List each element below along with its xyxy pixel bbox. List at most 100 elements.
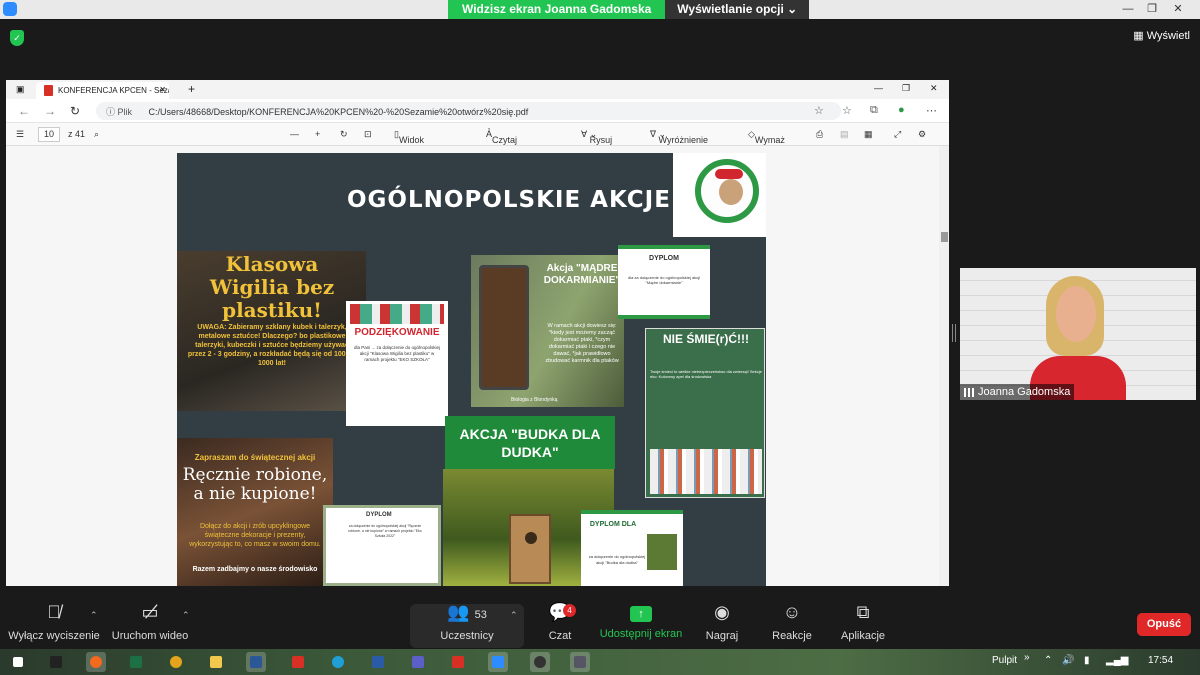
apps-icon: ⧉	[856, 602, 870, 622]
zoom-taskbar-icon[interactable]	[488, 652, 508, 672]
unmute-button[interactable]: 🎙̸ Wyłącz wyciszenie	[8, 600, 100, 642]
video-options-caret[interactable]: ⌃	[182, 610, 190, 621]
settings-icon[interactable]: ⚙	[918, 129, 926, 140]
pdf-app-icon[interactable]	[288, 652, 308, 672]
browser-restore[interactable]: ❐	[902, 83, 910, 94]
app-icon[interactable]	[368, 652, 388, 672]
draw-button[interactable]: ∀ Rysuj ⌄	[581, 129, 612, 145]
chrome-icon[interactable]	[166, 652, 186, 672]
leave-button[interactable]: Opuść	[1137, 613, 1191, 636]
reactions-button[interactable]: ☺ Reakcje	[770, 600, 814, 642]
firefox-icon[interactable]	[86, 652, 106, 672]
browser-tab[interactable]: KONFERENCJA KPCEN - Sezamie ✕	[36, 82, 169, 99]
logo	[673, 153, 766, 237]
view-options-button[interactable]: Wyświetlanie opcji ⌄	[665, 0, 810, 19]
apps-button[interactable]: ⧉ Aplikacje	[838, 600, 888, 642]
page-number-input[interactable]: 10	[38, 127, 60, 142]
participants-label: Uczestnicy	[440, 630, 494, 642]
rotate-icon[interactable]: ↻	[340, 129, 348, 140]
edge-icon[interactable]	[328, 652, 348, 672]
podziekowanie-title: PODZIĘKOWANIE	[354, 327, 440, 338]
participant-name: Joanna Gadomska	[960, 384, 1075, 400]
karmienie-title: Akcja "MĄDRE DOKARMIANIE"	[543, 263, 621, 286]
window-icon[interactable]	[570, 652, 590, 672]
contents-icon[interactable]: ☰	[16, 129, 24, 140]
search-icon[interactable]: ⌕	[94, 129, 99, 140]
zoom-in-icon[interactable]: +	[315, 129, 320, 139]
camera-icon[interactable]	[530, 652, 550, 672]
share-label: Udostępnij ekran	[599, 628, 683, 640]
favorites-icon[interactable]: ☆	[842, 104, 852, 117]
back-icon[interactable]: ←	[18, 104, 30, 118]
recznie-robione-poster: Zapraszam do świątecznej akcji Ręcznie r…	[177, 438, 333, 586]
chat-badge: 4	[563, 604, 576, 617]
browser-close[interactable]: ✕	[930, 83, 938, 94]
page-view-button[interactable]: ▯ Widok strony	[394, 129, 424, 155]
reczne-footer: Razem zadbajmy o nasze środowisko	[192, 566, 318, 573]
address-bar[interactable]: ⓘ Plik C:/Users/48668/Desktop/KONFERENCJ…	[96, 102, 841, 120]
nie-smiec-poster: NIE ŚMIE(r)Ć!!! Twoje śmieci to wielkie …	[645, 328, 765, 498]
refresh-icon[interactable]: ↻	[70, 104, 80, 118]
pdf-scrollbar[interactable]	[939, 146, 949, 586]
collections-icon[interactable]: ⧉	[870, 104, 878, 117]
participant-video[interactable]: Joanna Gadomska	[960, 268, 1196, 400]
reactions-label: Reakcje	[772, 630, 812, 642]
apps-label: Aplikacje	[840, 630, 886, 642]
new-tab-button[interactable]: +	[188, 82, 195, 96]
read-aloud-button[interactable]: A̓ Czytaj na głos	[486, 129, 517, 165]
more-icon[interactable]: ⋯	[926, 104, 937, 117]
record-button[interactable]: ◉ Nagraj	[700, 600, 744, 642]
acrobat-icon[interactable]	[448, 652, 468, 672]
close-button[interactable]: ✕	[1166, 0, 1190, 19]
fit-icon[interactable]: ⊡	[364, 129, 372, 140]
logos-grid	[650, 449, 762, 494]
fullscreen-icon[interactable]: ⤢	[894, 129, 901, 140]
pdf-viewer[interactable]: OGÓLNOPOLSKIE AKCJE Klasowa Wigilia bez …	[6, 146, 949, 586]
teams-icon[interactable]	[408, 652, 428, 672]
resize-handle[interactable]	[952, 324, 956, 342]
view-button[interactable]: ▦ Wyświetl	[1133, 29, 1190, 42]
explorer-icon[interactable]	[206, 652, 226, 672]
shared-browser-window: ▣ KONFERENCJA KPCEN - Sezamie ✕ + — ❐ ✕ …	[6, 80, 949, 586]
smie-title: NIE ŚMIE(r)Ć!!!	[663, 332, 749, 346]
print-icon[interactable]: ⎙	[816, 129, 823, 140]
audio-options-caret[interactable]: ⌃	[90, 610, 98, 621]
participants-button[interactable]: 👥 53 Uczestnicy	[430, 600, 504, 642]
browser-minimize[interactable]: —	[874, 83, 883, 93]
desktop-label[interactable]: Pulpit	[992, 655, 1017, 666]
tab-close-icon[interactable]: ✕	[159, 85, 166, 94]
security-shield-icon[interactable]: ✓	[10, 30, 24, 46]
erase-button[interactable]: ◇ Wymaż	[748, 129, 785, 145]
word-icon[interactable]	[246, 652, 266, 672]
slide-title: OGÓLNOPOLSKIE AKCJE	[347, 187, 671, 213]
zoom-out-icon[interactable]: —	[290, 129, 299, 139]
participants-options-caret[interactable]: ⌃	[510, 610, 518, 621]
participants-icon: 👥 53	[447, 602, 487, 622]
toolbar-expand-icon[interactable]: »	[1024, 652, 1030, 663]
start-video-button[interactable]: ▭̸ Uruchom wideo	[108, 600, 192, 642]
tab-actions-icon[interactable]: ▣	[16, 84, 25, 95]
7zip-icon[interactable]	[46, 652, 66, 672]
share-screen-button[interactable]: ↑ Udostępnij ekran	[598, 600, 684, 640]
reactions-icon: ☺	[782, 602, 802, 622]
reczne-title: Ręcznie robione, a nie kupione!	[182, 465, 328, 504]
clock[interactable]: 17:54	[1148, 655, 1173, 666]
minimize-button[interactable]: —	[1116, 0, 1140, 19]
browser-tab-bar: ▣ KONFERENCJA KPCEN - Sezamie ✕ + — ❐ ✕	[6, 80, 949, 99]
save-icon[interactable]: ▤	[840, 129, 849, 140]
profile-icon[interactable]: ●	[898, 104, 905, 116]
save-as-icon[interactable]: ▦	[864, 129, 873, 140]
restore-button[interactable]: ❐	[1140, 0, 1164, 19]
battery-icon[interactable]: ▮	[1084, 655, 1090, 666]
network-icon[interactable]: ▂▄▆	[1106, 655, 1128, 666]
chat-label: Czat	[548, 630, 572, 642]
volume-icon[interactable]: 🔊	[1062, 655, 1074, 666]
highlight-button[interactable]: ∇ Wyróżnienie ⌄	[650, 129, 708, 145]
forward-icon[interactable]: →	[44, 104, 56, 118]
podziekowanie-card: PODZIĘKOWANIE dla Pani ... za dołączenie…	[346, 301, 448, 426]
wigilia-text: UWAGA: Zabieramy szklany kubek i talerzy…	[187, 324, 357, 367]
tray-overflow-icon[interactable]: ⌃	[1044, 655, 1052, 666]
favorite-icon[interactable]: ☆	[814, 104, 824, 117]
start-icon[interactable]	[8, 652, 28, 672]
excel-icon[interactable]	[126, 652, 146, 672]
